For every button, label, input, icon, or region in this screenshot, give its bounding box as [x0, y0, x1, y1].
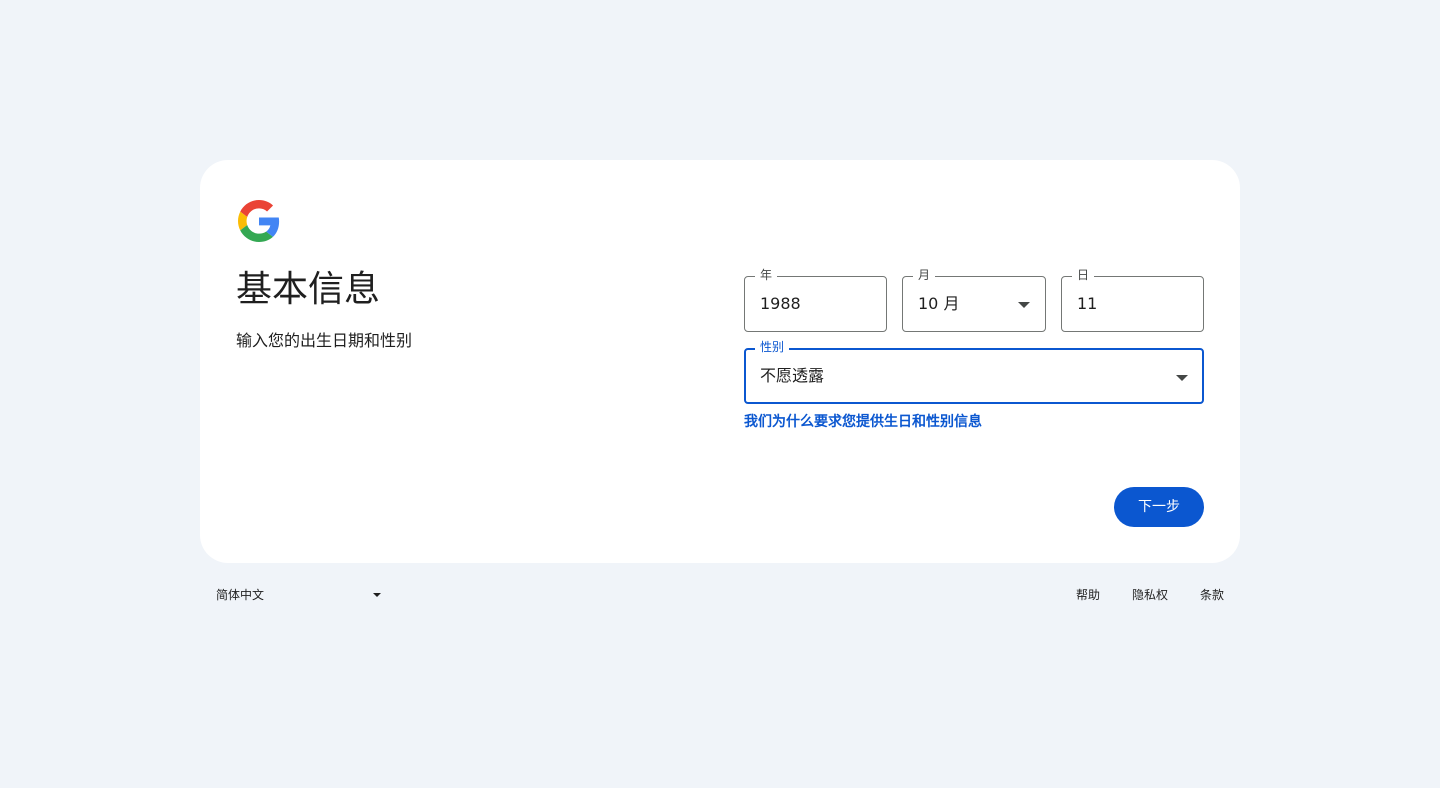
gender-select[interactable]: 性别 不愿透露 — [744, 339, 1204, 404]
year-value: 1988 — [760, 294, 801, 313]
day-input[interactable]: 日 11 — [1061, 267, 1204, 332]
page-title: 基本信息 — [236, 269, 381, 310]
footer: 简体中文 帮助 隐私权 条款 — [200, 583, 1240, 607]
chevron-down-icon — [373, 593, 381, 597]
footer-links: 帮助 隐私权 条款 — [1076, 583, 1224, 607]
next-button[interactable]: 下一步 — [1114, 487, 1204, 527]
chevron-down-icon — [1018, 302, 1030, 308]
month-select[interactable]: 月 10 月 — [902, 267, 1046, 332]
privacy-link[interactable]: 隐私权 — [1132, 583, 1168, 607]
terms-link[interactable]: 条款 — [1200, 583, 1224, 607]
google-logo-icon — [238, 200, 280, 242]
day-value: 11 — [1077, 294, 1098, 313]
signup-card: 基本信息 输入您的出生日期和性别 年 1988 月 10 月 日 11 性别 不… — [200, 160, 1240, 563]
gender-value: 不愿透露 — [760, 366, 825, 385]
why-birthday-gender-link[interactable]: 我们为什么要求您提供生日和性别信息 — [744, 412, 982, 432]
month-value: 10 月 — [918, 294, 960, 313]
year-input[interactable]: 年 1988 — [744, 267, 887, 332]
language-select[interactable]: 简体中文 — [216, 583, 386, 607]
chevron-down-icon — [1176, 375, 1188, 381]
help-link[interactable]: 帮助 — [1076, 583, 1100, 607]
language-value: 简体中文 — [216, 588, 265, 602]
page-subtitle: 输入您的出生日期和性别 — [236, 331, 413, 350]
